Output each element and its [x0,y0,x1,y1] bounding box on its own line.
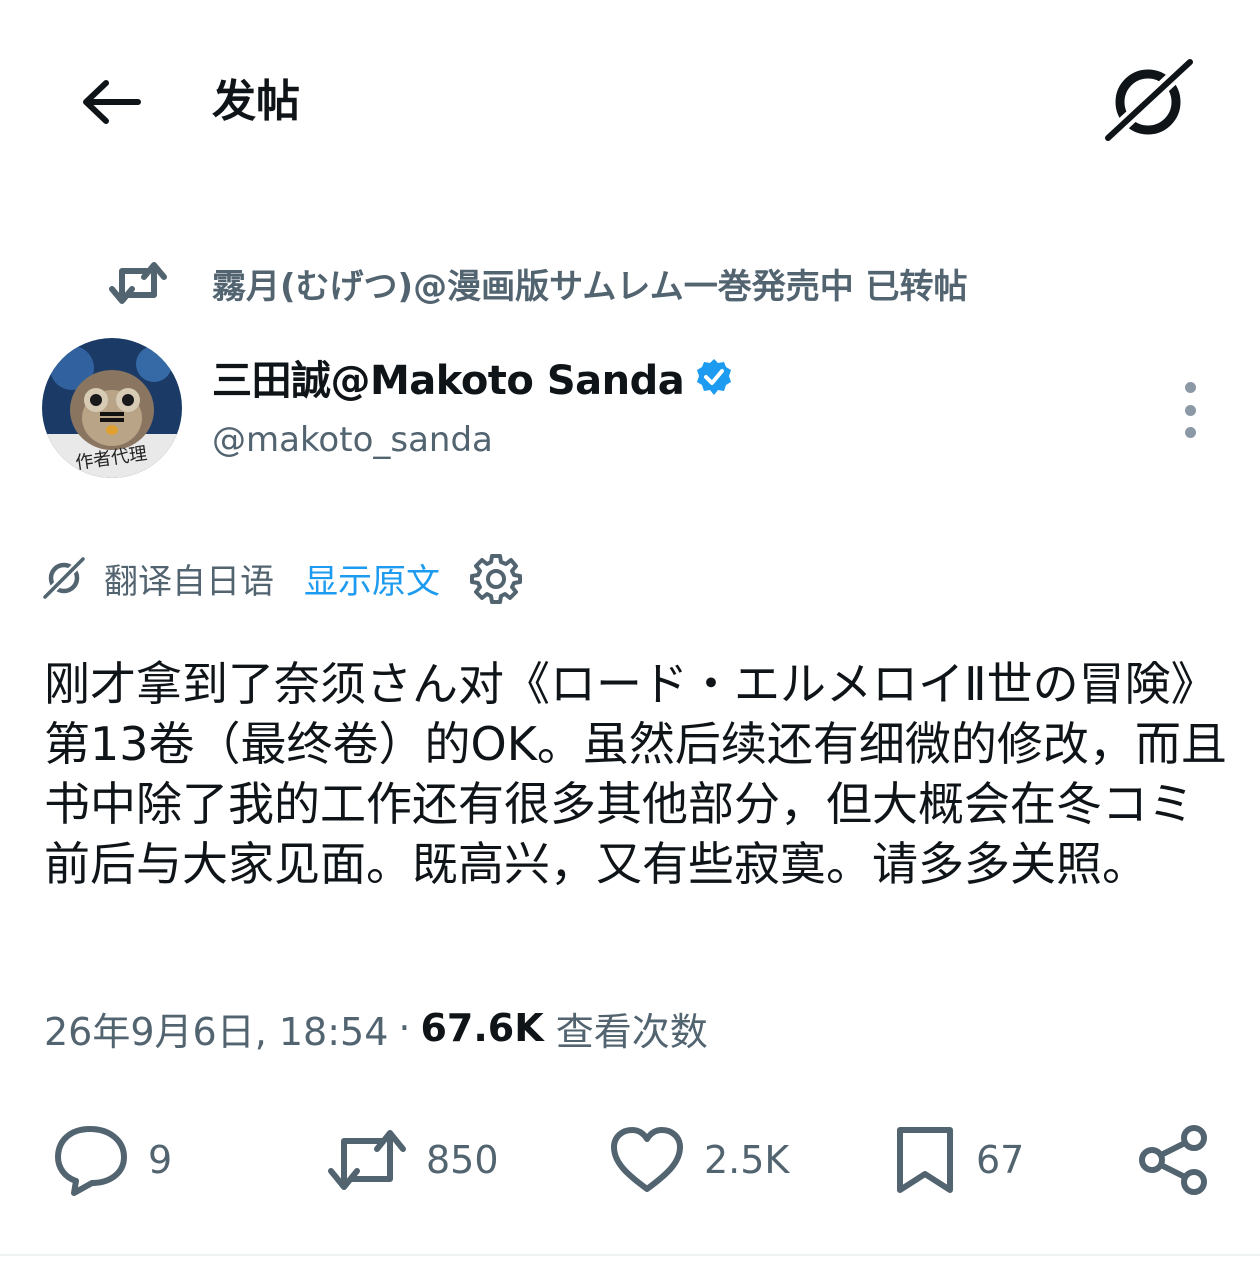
back-button[interactable] [76,70,146,134]
repost-icon [328,1130,406,1190]
tweet-detail-page: 发帖 霧月(むげつ)@漫画版サムレム一巻発売中 已转帖 作者代理 三田誠@Mak… [0,0,1260,1264]
more-dot-icon [1184,404,1196,416]
more-options-button[interactable] [1166,382,1214,438]
owl-avatar-image: 作者代理 [42,338,182,478]
like-button[interactable]: 2.5K [608,1118,789,1202]
bookmark-count: 67 [976,1138,1025,1182]
page-title: 发帖 [212,76,300,127]
repost-icon [108,258,170,308]
views-count: 67.6K [420,1006,544,1050]
share-button[interactable] [1136,1118,1212,1202]
reply-count: 9 [148,1138,173,1182]
arrow-left-icon [83,80,141,124]
avatar[interactable]: 作者代理 [42,338,182,478]
gear-icon[interactable] [470,552,522,604]
author-handle[interactable]: @makoto_sanda [212,420,493,460]
reply-button[interactable]: 9 [52,1118,172,1202]
tweet-meta: 26年9月6日, 18:54 · 67.6K 查看次数 [44,998,708,1058]
repost-by-text: 霧月(むげつ)@漫画版サムレム一巻発売中 已转帖 [212,266,968,307]
divider [0,1254,1260,1256]
meta-separator: · [398,1006,411,1050]
author-name[interactable]: 三田誠@Makoto Sanda [212,348,734,406]
grok-translate-icon [42,556,86,600]
share-icon [1139,1125,1207,1195]
more-dot-icon [1184,382,1196,393]
reply-icon [55,1126,127,1196]
show-original-link[interactable]: 显示原文 [304,554,440,603]
tweet-text: 刚才拿到了奈须さん对《ロード・エルメロイⅡ世の冒険》第13卷（最终卷）的OK。虽… [44,657,1227,891]
translated-from-label: 翻译自日语 [104,561,274,602]
top-bar: 发帖 [0,0,1260,200]
verified-badge-icon [697,359,732,395]
repost-count: 850 [426,1138,499,1182]
grok-icon [1101,55,1197,145]
repost-context[interactable]: 霧月(むげつ)@漫画版サムレム一巻発売中 已转帖 [108,258,968,308]
bookmark-button[interactable]: 67 [892,1118,1024,1202]
timestamp[interactable]: 26年9月6日, 18:54 [44,1001,388,1056]
more-dot-icon [1184,427,1196,438]
views-label: 查看次数 [555,1009,708,1054]
translation-bar: 翻译自日语 显示原文 [42,550,522,606]
bookmark-icon [897,1127,953,1193]
display-name: 三田誠@Makoto Sanda [212,358,685,404]
heart-icon [611,1127,683,1192]
grok-button[interactable] [1100,55,1197,145]
action-bar: 9 850 2.5K 67 [0,1118,1260,1202]
repost-button[interactable]: 850 [326,1118,499,1202]
like-count: 2.5K [704,1138,790,1182]
